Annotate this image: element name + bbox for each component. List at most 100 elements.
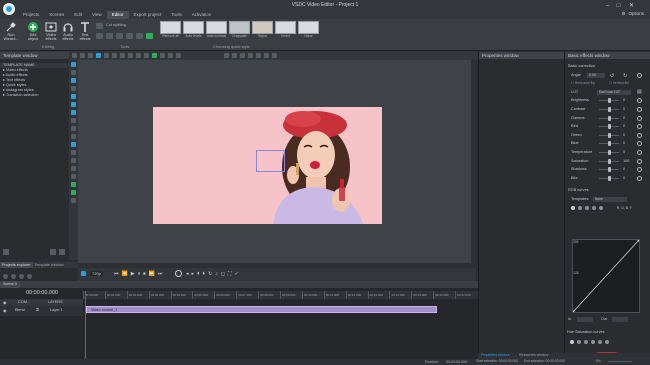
color-icon[interactable]	[146, 33, 153, 39]
transform-icon[interactable]	[126, 33, 133, 39]
maximize-icon[interactable]: □	[614, 2, 623, 10]
add-object-button[interactable]: Add object	[25, 21, 41, 49]
volume-icon[interactable]: ♪	[215, 271, 218, 277]
vertical-flip-checkbox[interactable]: ☐ Vertical flip	[609, 79, 629, 88]
effect-slider-handle[interactable]	[608, 115, 611, 121]
quick-style-remove-all[interactable]: Remove all	[160, 21, 181, 39]
selection-box[interactable]	[256, 150, 285, 172]
tab-resources-window[interactable]: Resources window	[519, 353, 548, 357]
quick-style-invert[interactable]: Invert	[275, 21, 296, 39]
mark-out-icon[interactable]: ⏵	[203, 271, 206, 277]
eye-icon[interactable]: ◉	[3, 300, 6, 305]
next-frame-icon[interactable]: ▸	[192, 271, 195, 277]
effect-slider-handle[interactable]	[608, 124, 611, 130]
hue-dot-1-icon[interactable]	[570, 340, 574, 344]
effects-tool-icon[interactable]	[71, 182, 76, 187]
tab-template-window[interactable]: Template window	[33, 262, 66, 268]
timeline-playhead[interactable]	[85, 291, 86, 365]
effect-reset-icon[interactable]	[637, 115, 642, 121]
prev-frame-icon[interactable]: ◂	[186, 271, 189, 277]
stop-icon[interactable]	[11, 274, 16, 279]
effect-reset-icon[interactable]	[637, 124, 642, 130]
delete-template-icon[interactable]	[59, 249, 65, 255]
redo-icon[interactable]	[112, 53, 117, 58]
snapshot-icon[interactable]: ◻	[221, 271, 225, 277]
distribute-icon[interactable]	[272, 53, 277, 58]
hue-dot-5-icon[interactable]	[598, 340, 602, 344]
skip-forward-icon[interactable]: ⏭	[158, 271, 163, 277]
hue-dot-2-icon[interactable]	[577, 340, 581, 344]
refresh-icon[interactable]	[3, 249, 9, 255]
channel-all-icon[interactable]	[571, 205, 575, 210]
line-tool-icon[interactable]	[71, 86, 76, 91]
rectangle-tool-icon[interactable]	[71, 94, 76, 99]
record-icon[interactable]	[3, 274, 8, 279]
channel-red-icon[interactable]	[578, 205, 582, 210]
preview-mode-icon[interactable]	[81, 271, 86, 276]
quick-style-sepia[interactable]: Sepia	[252, 21, 273, 39]
align-middle-icon[interactable]	[256, 53, 261, 58]
effect-slider-handle[interactable]	[608, 98, 611, 104]
tab-scene-0[interactable]: Scene 0	[0, 281, 20, 288]
play-button-icon[interactable]: ▶	[131, 271, 135, 277]
text-tool-icon[interactable]	[71, 118, 76, 123]
channel-luma-icon[interactable]	[599, 205, 603, 210]
rewind-icon[interactable]: ⏪	[122, 271, 128, 277]
quick-style-grayscale[interactable]: Grayscale	[229, 21, 250, 39]
layer-row[interactable]: ◉ Blend ⚿ Layer 1	[0, 306, 83, 316]
tab-export-project[interactable]: Export project	[129, 11, 167, 19]
curve-in-input[interactable]	[577, 317, 593, 322]
align-right-icon[interactable]	[240, 53, 245, 58]
rgb-curves-header[interactable]: RGB curves	[565, 186, 650, 195]
effect-slider-handle[interactable]	[608, 106, 611, 112]
pointer-tool-icon[interactable]	[71, 62, 76, 67]
animation-tool-icon[interactable]	[71, 158, 76, 163]
flip-icon[interactable]	[116, 33, 123, 39]
lut-select[interactable]: Don't use LUT	[597, 89, 631, 95]
canvas-vertical-scrollbar[interactable]	[471, 60, 476, 265]
timeline-ruler[interactable]: 00:00.000 00:01.000 00:02.000 00:03.000 00:0…	[83, 291, 478, 299]
tab-edit[interactable]: Edit	[69, 11, 87, 19]
step-icon[interactable]	[27, 274, 32, 279]
options-link[interactable]: Options	[628, 11, 644, 17]
audio-effects-button[interactable]: Audio effects	[60, 21, 76, 49]
chart-tool-icon[interactable]	[71, 150, 76, 155]
tab-tools[interactable]: Tools	[166, 11, 187, 19]
run-wizard-button[interactable]: Run Wizard...	[3, 21, 19, 49]
image-tool-icon[interactable]	[71, 78, 76, 83]
effect-reset-icon[interactable]	[637, 106, 642, 112]
angle-reset-icon[interactable]	[637, 72, 642, 78]
hue-dot-3-icon[interactable]	[584, 340, 588, 344]
align-center-icon[interactable]	[232, 53, 237, 58]
angle-input[interactable]: 0.00	[587, 72, 605, 78]
quick-style-auto-contrast[interactable]: Auto contrast	[206, 21, 227, 39]
sprite-tool-icon[interactable]	[71, 134, 76, 139]
play-icon[interactable]	[19, 274, 24, 279]
resolution-select[interactable]: 720p	[90, 271, 103, 276]
effect-reset-icon[interactable]	[637, 167, 642, 173]
video-clip[interactable]: Video source_1	[86, 306, 437, 313]
tab-view[interactable]: View	[87, 11, 107, 19]
record-playback-icon[interactable]	[175, 270, 182, 277]
curve-out-input[interactable]	[612, 317, 628, 322]
color-tool-icon[interactable]	[71, 190, 76, 195]
horizontal-flip-checkbox[interactable]: ☐ Horizontal flip	[571, 79, 595, 88]
skip-back-icon[interactable]: ⏮	[114, 271, 119, 277]
effect-reset-icon[interactable]	[637, 141, 642, 147]
effect-reset-icon[interactable]	[637, 175, 642, 181]
check-icon[interactable]: ✓	[234, 271, 238, 277]
effect-slider-handle[interactable]	[608, 149, 611, 155]
tab-projects[interactable]: Projects	[18, 11, 44, 19]
crop-icon[interactable]	[96, 33, 103, 39]
align-left-icon[interactable]	[224, 53, 229, 58]
effect-reset-icon[interactable]	[637, 132, 642, 138]
audio-tool-icon[interactable]	[71, 142, 76, 147]
lock-icon[interactable]: ⚿	[36, 308, 39, 312]
effect-reset-icon[interactable]	[637, 158, 642, 164]
zoom-out-icon[interactable]	[160, 53, 165, 58]
layer-visibility-icon[interactable]: ◉	[3, 308, 6, 313]
effect-slider-handle[interactable]	[608, 132, 611, 138]
gear-icon[interactable]: ⚙	[621, 11, 625, 17]
forward-icon[interactable]: ⏩	[149, 271, 155, 277]
cut-icon[interactable]	[120, 53, 125, 58]
